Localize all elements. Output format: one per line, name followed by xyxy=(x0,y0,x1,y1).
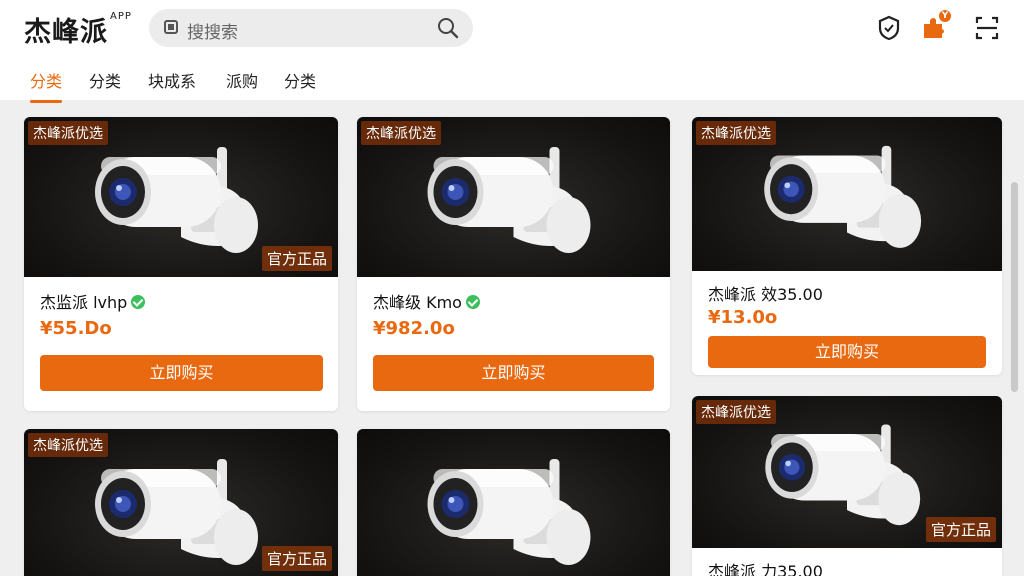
app-name: 杰峰派 xyxy=(24,17,108,48)
search-placeholder: 搜搜索 xyxy=(187,23,238,43)
app-logo[interactable]: 杰峰派APP xyxy=(24,10,132,49)
product-card[interactable] xyxy=(357,429,670,576)
product-image: 杰峰派优选 官方正品 xyxy=(24,429,338,576)
product-image: 杰峰派优选 官方正品 xyxy=(692,396,1002,548)
search-icon[interactable] xyxy=(437,17,459,39)
product-image: 杰峰派优选 xyxy=(692,117,1002,271)
verified-icon xyxy=(465,295,480,309)
brand-tag: 杰峰派优选 xyxy=(696,121,776,145)
product-title: 杰峰派 效35.00 xyxy=(708,285,823,304)
tab-category-1[interactable]: 分类 xyxy=(30,68,63,103)
scan-icon[interactable] xyxy=(974,15,1000,41)
buy-button[interactable]: 立即购买 xyxy=(373,355,654,391)
product-price: ¥982.0o xyxy=(373,318,455,339)
tab-category-3[interactable]: 块成系 xyxy=(148,68,196,92)
tab-category-5[interactable]: 分类 xyxy=(284,68,316,92)
brand-tag: 杰峰派优选 xyxy=(696,400,776,424)
brand-tag: 杰峰派优选 xyxy=(361,121,441,145)
official-tag: 官方正品 xyxy=(261,546,332,571)
product-image xyxy=(357,429,670,576)
tab-category-2[interactable]: 分类 xyxy=(89,68,121,92)
product-card[interactable]: 杰峰派优选 杰峰派 效35.00 ¥13.0o 立即购买 xyxy=(692,117,1002,375)
verified-icon xyxy=(131,295,146,309)
brand-tag: 杰峰派优选 xyxy=(28,121,108,145)
official-tag: 官方正品 xyxy=(925,517,996,542)
search-bar[interactable]: 搜搜索 xyxy=(149,9,473,47)
buy-button[interactable]: 立即购买 xyxy=(708,336,986,368)
product-card[interactable]: 杰峰派优选 杰峰级 Kmo ¥982.0o 立即购买 xyxy=(357,117,670,411)
product-image: 杰峰派优选 官方正品 xyxy=(24,117,338,277)
product-title: 杰峰派 力35.00 xyxy=(708,562,823,576)
puzzle-icon[interactable]: Y xyxy=(921,8,953,41)
top-bar: 杰峰派APP 搜搜索 Y 分类 分类 块成系 派购 分类 xyxy=(0,0,1024,103)
shield-icon[interactable] xyxy=(876,15,902,41)
app-sup: APP xyxy=(110,11,132,22)
product-price: ¥13.0o xyxy=(708,307,778,328)
product-card[interactable]: 杰峰派优选 官方正品 xyxy=(24,429,338,576)
notification-badge: Y xyxy=(937,8,953,24)
product-title: 杰监派 lvhp xyxy=(40,289,146,313)
product-card[interactable]: 杰峰派优选 官方正品 杰监派 lvhp ¥55.Do 立即购买 xyxy=(24,117,338,411)
product-title: 杰峰级 Kmo xyxy=(373,289,480,313)
brand-tag: 杰峰派优选 xyxy=(28,433,108,457)
camera-icon[interactable] xyxy=(163,18,181,36)
product-image: 杰峰派优选 xyxy=(357,117,670,277)
product-card[interactable]: 杰峰派优选 官方正品 杰峰派 力35.00 xyxy=(692,396,1002,576)
tab-category-4[interactable]: 派购 xyxy=(226,68,258,92)
buy-button[interactable]: 立即购买 xyxy=(40,355,323,391)
official-tag: 官方正品 xyxy=(261,246,332,271)
scrollbar[interactable] xyxy=(1011,182,1018,392)
product-price: ¥55.Do xyxy=(40,318,112,339)
